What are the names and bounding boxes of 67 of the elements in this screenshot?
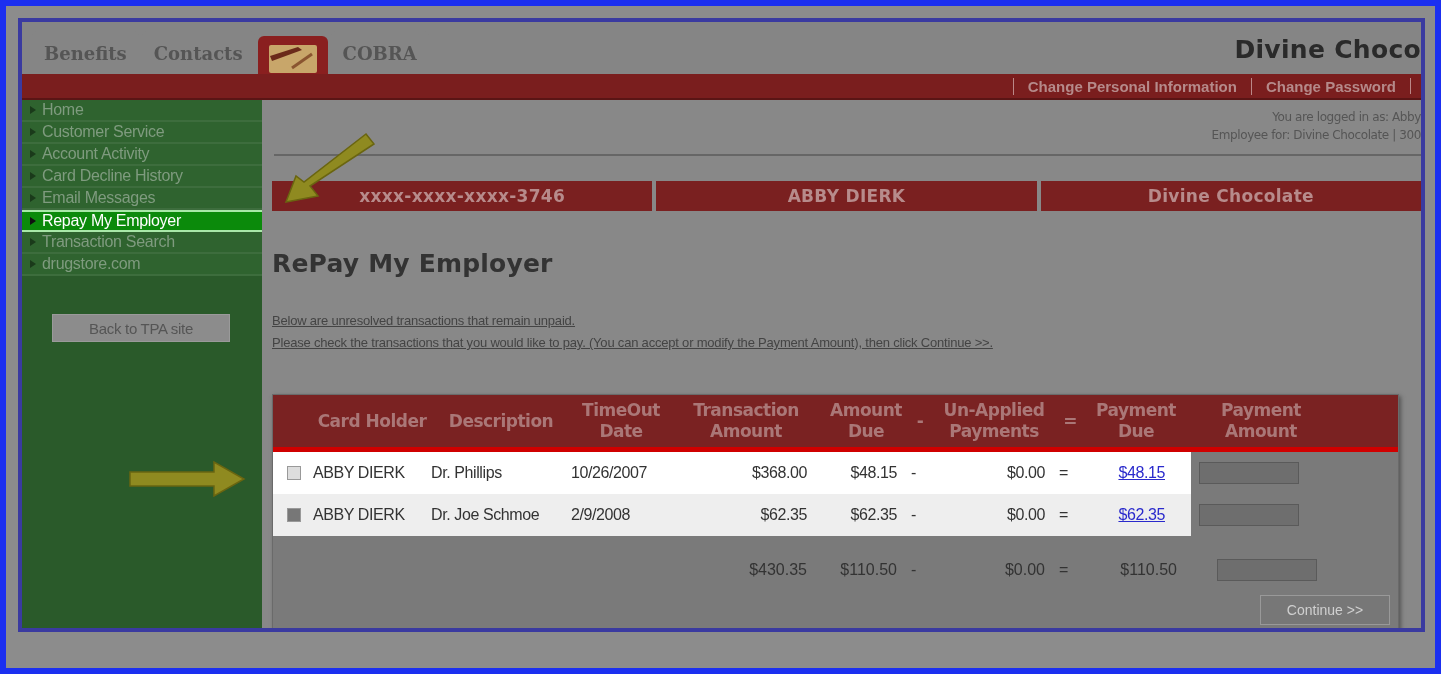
operator: -: [911, 561, 918, 579]
checkbox[interactable]: [287, 466, 301, 480]
info-cell: xxxx-xxxx-xxxx-3746: [272, 181, 653, 211]
amount-field[interactable]: [1199, 462, 1299, 484]
info-cell: Divine Chocolate: [1040, 181, 1421, 211]
operator: =: [1059, 452, 1081, 494]
amount-field[interactable]: [1199, 504, 1299, 526]
sidebar-item[interactable]: Customer Service: [22, 122, 262, 144]
table-cell: Dr. Phillips: [431, 452, 571, 494]
table-cell: 10/26/2007: [571, 452, 671, 494]
column-header: TimeOut Date: [581, 400, 661, 442]
bullet-icon: [30, 128, 36, 136]
info-cell: ABBY DIERK: [656, 181, 1037, 211]
bullet-icon: [30, 150, 36, 158]
table-cell: Dr. Joe Schmoe: [431, 494, 571, 536]
sidebar-item[interactable]: drugstore.com: [22, 254, 262, 276]
instruction-text: Below are unresolved transactions that remain unpaid.: [272, 312, 577, 330]
column-header: Payment Amount: [1220, 400, 1302, 442]
amount-link[interactable]: $48.15: [1081, 452, 1191, 494]
amount-field[interactable]: [1217, 559, 1317, 581]
operator: =: [1059, 494, 1081, 536]
operator: =: [1059, 561, 1070, 579]
table-cell: $368.00: [671, 452, 821, 494]
column-header: Payment Due: [1095, 400, 1177, 442]
total-cell-text: $110.50: [1119, 561, 1178, 579]
column-header: Un-Applied Payments: [942, 400, 1046, 442]
table-cell: ABBY DIERK: [313, 494, 431, 536]
operator: -: [911, 494, 929, 536]
bullet-icon: [30, 217, 36, 225]
column-header: =: [1062, 410, 1078, 432]
header-link[interactable]: Change Personal Information: [1012, 77, 1251, 95]
operator: -: [911, 452, 929, 494]
sidebar-item[interactable]: Repay My Employer: [22, 210, 262, 232]
bullet-icon: [30, 238, 36, 246]
bullet-icon: [30, 172, 36, 180]
page-heading: RePay My Employer: [272, 249, 554, 278]
sidebar-item[interactable]: Email Messages: [22, 188, 262, 210]
tab[interactable]: [257, 36, 328, 74]
table-cell: $0.00: [929, 494, 1059, 536]
table-cell: 2/9/2008: [571, 494, 671, 536]
header-link[interactable]: Change Password: [1250, 77, 1410, 95]
table-cell: $62.35: [821, 494, 911, 536]
column-header: -: [915, 410, 925, 432]
bullet-icon: [30, 194, 36, 202]
table-cell: $0.00: [929, 452, 1059, 494]
total-cell-text: $430.35: [748, 561, 808, 579]
sidebar-item[interactable]: Card Decline History: [22, 166, 262, 188]
bullet-icon: [30, 260, 36, 268]
column-header: Amount Due: [829, 400, 903, 442]
total-cell-text: $110.50: [839, 561, 898, 579]
table-cell: $48.15: [821, 452, 911, 494]
sidebar-item[interactable]: Home: [22, 100, 262, 122]
table-cell: $62.35: [671, 494, 821, 536]
column-header: Card Holder: [316, 410, 428, 432]
column-header: Description: [447, 410, 555, 432]
bullet-icon: [30, 106, 36, 114]
table-cell: ABBY DIERK: [313, 452, 431, 494]
sidebar-item[interactable]: Account Activity: [22, 144, 262, 166]
continue-button[interactable]: Continue >>: [1260, 595, 1390, 625]
instruction-text: Please check the transactions that you would like to pay. (You can accept or modify the Payment Amount), then click Continue >>.: [272, 334, 994, 352]
sidebar-item[interactable]: Transaction Search: [22, 232, 262, 254]
card-icon: [267, 44, 318, 74]
checkbox[interactable]: [287, 508, 301, 522]
column-header: Transaction Amount: [692, 400, 800, 442]
total-cell-text: $0.00: [1003, 561, 1046, 579]
amount-link[interactable]: $62.35: [1081, 494, 1191, 536]
brand-name: Divine Choco: [1234, 35, 1421, 64]
